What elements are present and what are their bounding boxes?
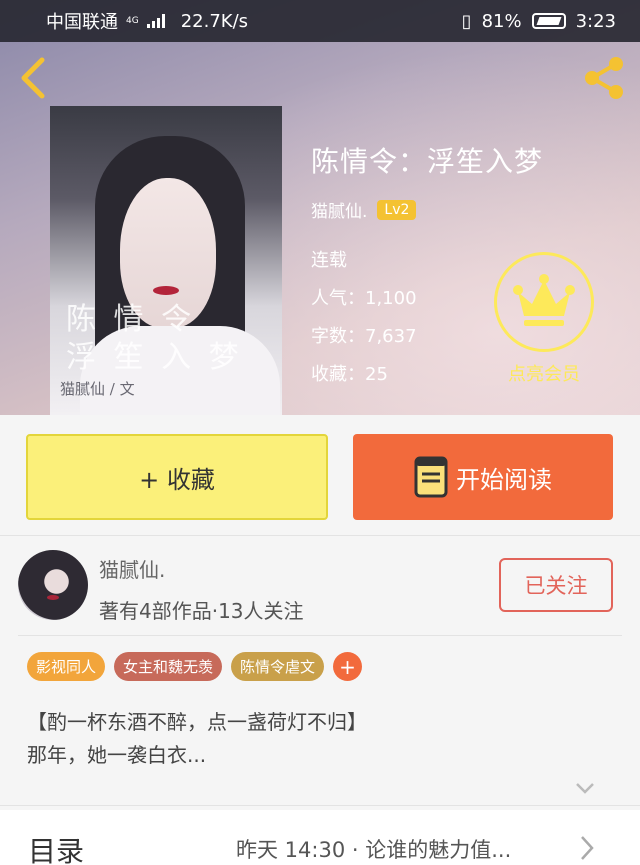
level-badge: Lv2 xyxy=(377,199,417,220)
author-avatar[interactable] xyxy=(18,550,88,620)
back-button[interactable] xyxy=(16,56,52,100)
tag-list: 影视同人 女主和魏无羡 陈情令虐文 + xyxy=(27,652,363,681)
divider xyxy=(0,535,640,536)
favorites-count: 收藏：25 xyxy=(311,364,388,385)
popularity: 人气：1,100 xyxy=(311,288,417,309)
network-type: 4G xyxy=(126,15,139,26)
divider xyxy=(18,635,622,636)
book-icon xyxy=(414,456,448,498)
signal-icon xyxy=(146,14,165,28)
follow-label: 已关注 xyxy=(524,574,588,598)
expand-summary-button[interactable] xyxy=(574,778,596,798)
battery-percent: 81% xyxy=(481,10,522,32)
author-stats: 著有4部作品·13人关注 xyxy=(99,599,304,623)
book-summary[interactable]: 【酌一杯东酒不醉，点一盏荷灯不归】 那年，她一袭白衣... xyxy=(27,706,617,772)
tag-item[interactable]: 女主和魏无羡 xyxy=(114,652,223,681)
carrier-label: 中国联通 xyxy=(46,12,118,33)
word-count: 字数：7,637 xyxy=(311,326,417,347)
network-speed: 22.7K/s xyxy=(180,10,249,32)
share-button[interactable] xyxy=(580,54,628,102)
author-info-name[interactable]: 猫腻仙. xyxy=(99,554,165,583)
collect-label: + 收藏 xyxy=(139,465,215,494)
follow-button[interactable]: 已关注 xyxy=(499,558,613,612)
cover-author: 猫腻仙 / 文 xyxy=(60,380,135,398)
tag-item[interactable]: 陈情令虐文 xyxy=(231,652,325,681)
summary-line: 那年，她一袭白衣... xyxy=(27,743,207,767)
read-label: 开始阅读 xyxy=(456,465,552,494)
vip-button[interactable]: 点亮会员 xyxy=(492,252,596,386)
toc-label: 目录 xyxy=(28,835,85,865)
book-title: 陈情令：浮笙入梦 xyxy=(311,145,544,178)
book-header: 中国联通 4G 22.7K/s ▯ 81% 3:23 陈 情 令 浮 笙 入 梦… xyxy=(0,0,640,415)
author-name[interactable]: 猫腻仙. xyxy=(311,197,367,222)
crown-icon xyxy=(513,274,575,326)
cover-title: 陈 情 令 浮 笙 入 梦 xyxy=(66,302,243,375)
divider xyxy=(0,805,640,806)
serial-status: 连载 xyxy=(311,250,347,271)
chevron-down-icon xyxy=(576,783,594,794)
start-reading-button[interactable]: 开始阅读 xyxy=(353,434,613,520)
clock: 3:23 xyxy=(575,10,616,32)
add-tag-button[interactable]: + xyxy=(333,652,363,681)
tag-item[interactable]: 影视同人 xyxy=(27,652,106,681)
summary-line: 【酌一杯东酒不醉，点一盏荷灯不归】 xyxy=(27,710,367,734)
vibrate-icon: ▯ xyxy=(461,10,472,32)
status-bar: 中国联通 4G 22.7K/s ▯ 81% 3:23 xyxy=(0,0,640,42)
battery-icon xyxy=(531,13,566,29)
book-cover[interactable]: 陈 情 令 浮 笙 入 梦 猫腻仙 / 文 xyxy=(50,106,282,415)
collect-button[interactable]: + 收藏 xyxy=(26,434,328,520)
chevron-left-icon xyxy=(21,57,45,99)
chevron-right-icon xyxy=(581,836,594,860)
table-of-contents-row[interactable]: 目录 昨天 14:30 · 论谁的魅力值... xyxy=(0,810,640,865)
vip-label: 点亮会员 xyxy=(508,364,580,385)
share-icon xyxy=(585,57,623,99)
author-row: 猫腻仙. Lv2 xyxy=(311,197,417,222)
latest-chapter: 昨天 14:30 · 论谁的魅力值... xyxy=(236,838,512,862)
